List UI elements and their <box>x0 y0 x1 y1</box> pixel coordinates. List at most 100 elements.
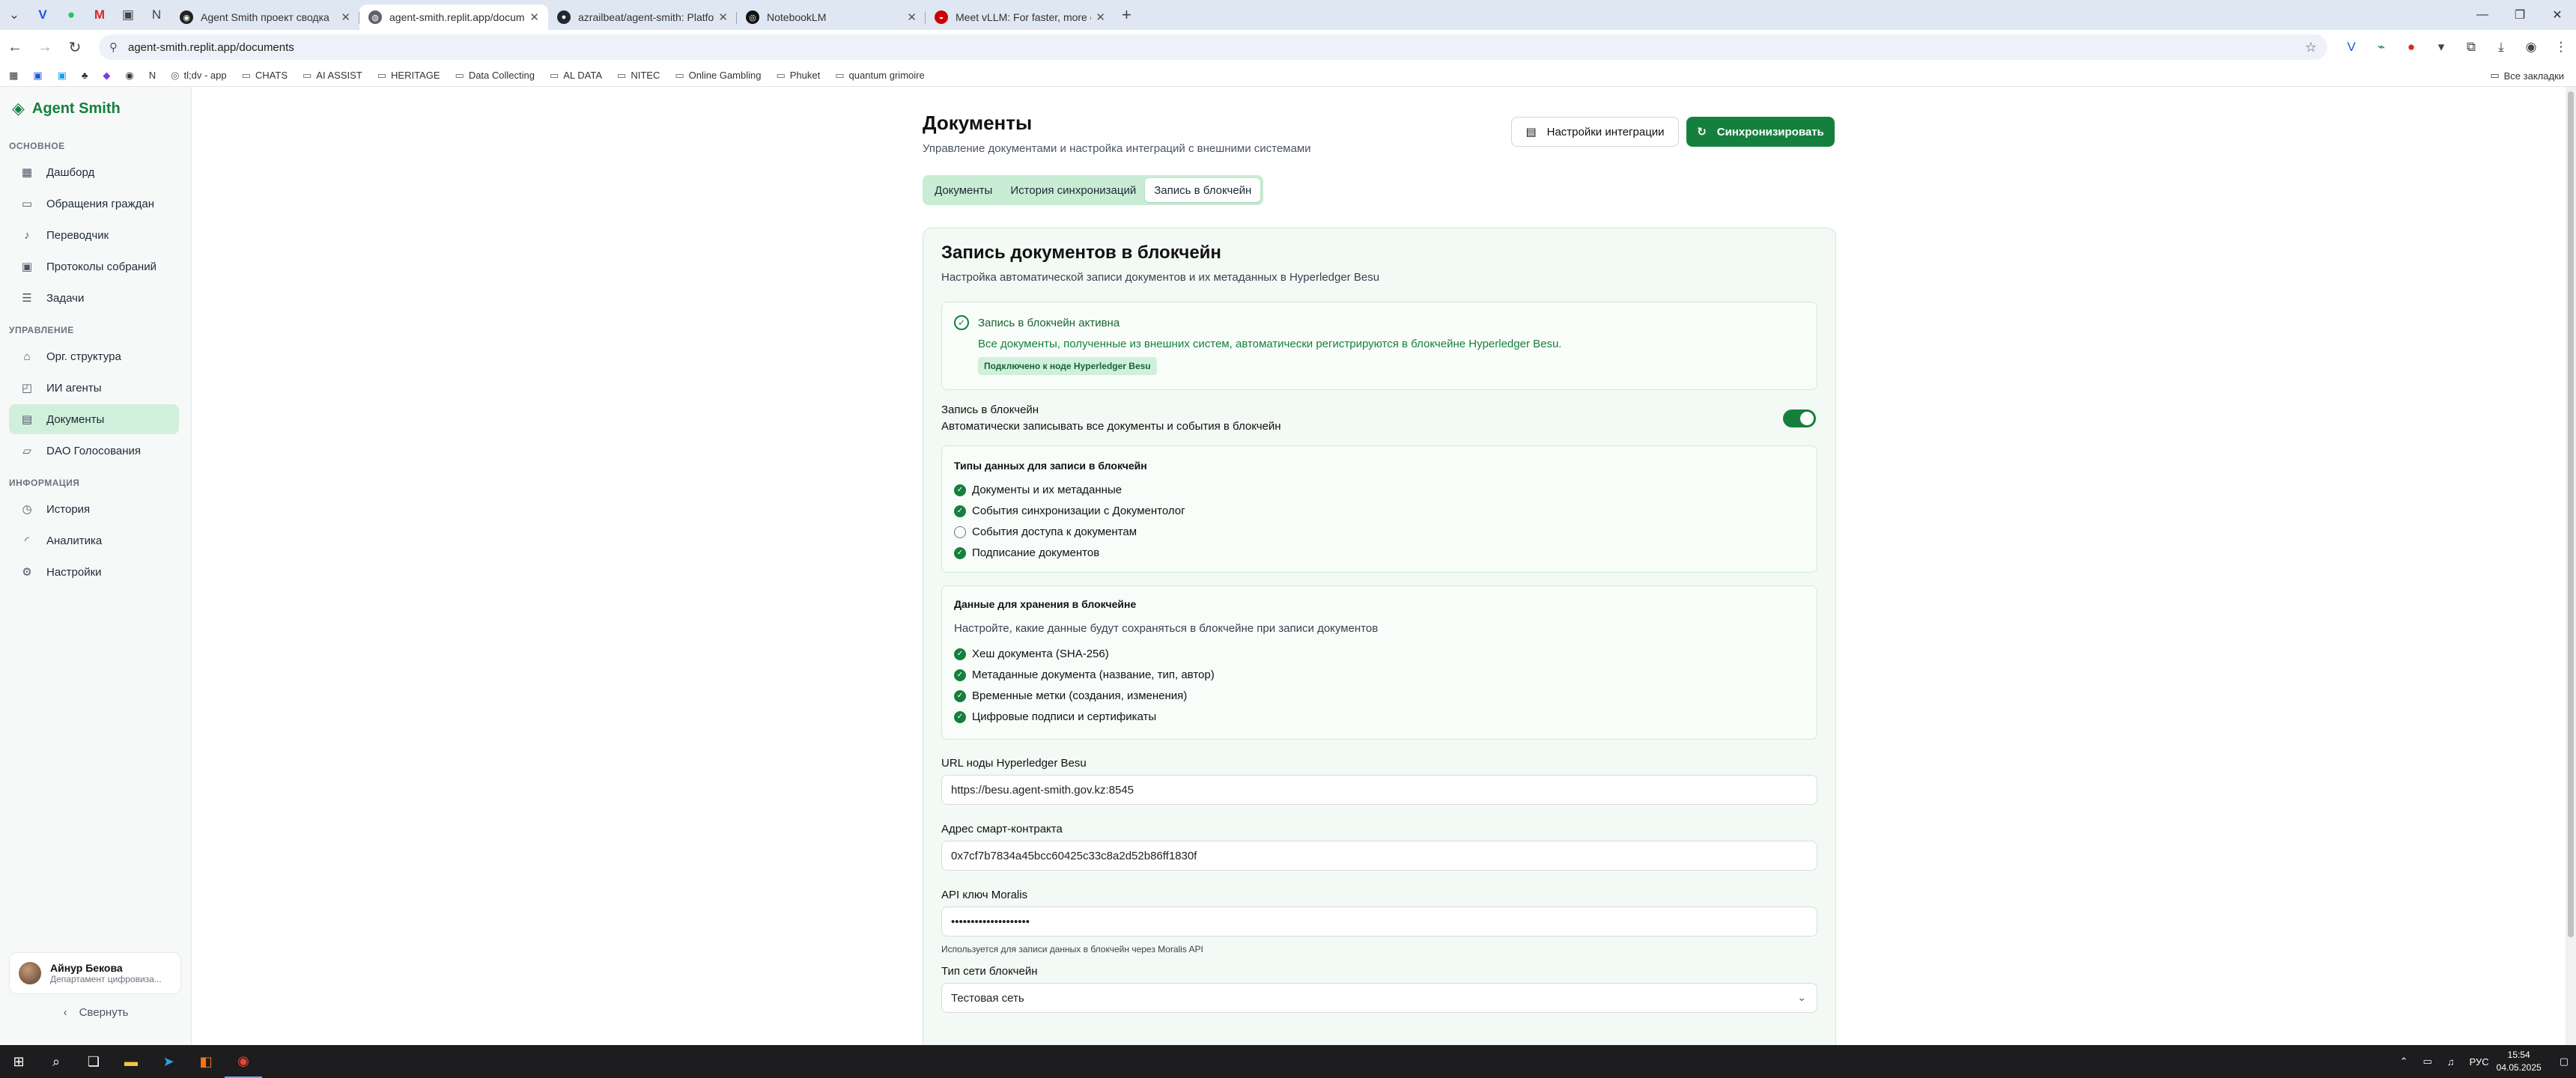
sync-button[interactable]: ↻ Синхронизировать <box>1686 117 1835 147</box>
checkbox-signatures[interactable]: ✓ Цифровые подписи и сертификаты <box>954 710 1156 723</box>
bookmark-app-4[interactable]: ◆ <box>103 70 110 82</box>
bookmark-folder-heritage[interactable]: ▭ HERITAGE <box>377 70 440 82</box>
tab-documents[interactable]: Документы <box>926 178 1001 202</box>
checkbox-sync-events[interactable]: ✓ События синхронизации с Документолог <box>954 505 1185 517</box>
sublime-icon[interactable]: ◧ <box>187 1045 225 1078</box>
sidebar-item-meetings[interactable]: ▣ Протоколы собраний <box>9 252 179 281</box>
integration-settings-button[interactable]: ▤ Настройки интеграции <box>1511 117 1679 147</box>
file-explorer-icon[interactable]: ▬ <box>112 1045 150 1078</box>
clock[interactable]: 15:54 04.05.2025 <box>2497 1049 2542 1074</box>
bookmark-star-icon[interactable]: ☆ <box>2305 40 2317 55</box>
task-view-icon[interactable]: ❏ <box>75 1045 112 1078</box>
bookmark-folder-chats[interactable]: ▭ CHATS <box>242 70 288 82</box>
bookmark-app-3[interactable]: ♣ <box>82 70 88 81</box>
browser-tab-1[interactable]: ◍ agent-smith.replit.app/documents ✕ <box>359 4 548 30</box>
sidebar-item-dao[interactable]: ▱ DAO Голосования <box>9 436 179 466</box>
reload-icon[interactable]: ↻ <box>60 32 90 62</box>
checkbox-documents-metadata[interactable]: ✓ Документы и их метаданные <box>954 484 1122 496</box>
blockchain-toggle[interactable] <box>1783 409 1816 427</box>
all-bookmarks[interactable]: ▭ Все закладки <box>2490 64 2564 87</box>
bookmark-folder-ai-assist[interactable]: ▭ AI ASSIST <box>303 70 362 82</box>
volume-icon[interactable]: ♫ <box>2447 1056 2455 1068</box>
bookmark-app-6[interactable]: N <box>149 70 156 81</box>
telegram-icon[interactable]: ➤ <box>150 1045 187 1078</box>
back-icon[interactable]: ← <box>0 32 30 62</box>
new-tab-button[interactable]: + <box>1122 5 1131 25</box>
browser-tab-4[interactable]: ◒ Meet vLLM: For faster, more efficient … <box>926 4 1114 30</box>
sidebar-item-analytics[interactable]: ◜ Аналитика <box>9 526 179 555</box>
extensions-puzzle-icon[interactable]: ⧉ <box>2456 32 2486 62</box>
bookmark-folder-online-gambling[interactable]: ▭ Online Gambling <box>675 70 761 82</box>
extension-dropdown-icon[interactable]: ▾ <box>2426 32 2456 62</box>
tab-blockchain[interactable]: Запись в блокчейн <box>1145 178 1261 202</box>
page-scrollbar[interactable] <box>2566 87 2576 1045</box>
chrome-icon[interactable]: ◉ <box>225 1045 262 1078</box>
sidebar-item-settings[interactable]: ⚙ Настройки <box>9 557 179 587</box>
pinned-tab-notion[interactable]: N <box>142 0 171 30</box>
bookmark-folder-quantum[interactable]: ▭ quantum grimoire <box>835 70 924 82</box>
network-icon[interactable]: ▭ <box>2423 1056 2432 1068</box>
input-language[interactable]: РУС <box>2470 1056 2489 1068</box>
close-icon[interactable]: ✕ <box>718 10 728 24</box>
pinned-tab-calendar[interactable]: ▣ <box>114 0 142 30</box>
sidebar-item-org[interactable]: ⌂ Орг. структура <box>9 341 179 371</box>
browser-tab-3[interactable]: ◎ NotebookLM ✕ <box>737 4 926 30</box>
search-icon[interactable]: ⌕ <box>37 1045 75 1078</box>
profile-avatar-icon[interactable]: ◉ <box>2516 32 2546 62</box>
close-icon[interactable]: ✕ <box>529 10 539 24</box>
bookmark-folder-data-collecting[interactable]: ▭ Data Collecting <box>455 70 535 82</box>
bookmark-tldv[interactable]: ◎ tl;dv - app <box>171 70 226 82</box>
bookmark-folder-al-data[interactable]: ▭ AL DATA <box>550 70 602 82</box>
checkbox-access-events[interactable]: ✓ События доступа к документам <box>954 526 1137 538</box>
api-key-field[interactable]: •••••••••••••••••••• <box>941 907 1817 937</box>
bookmark-app-5[interactable]: ◉ <box>125 70 133 82</box>
sidebar-item-history[interactable]: ◷ История <box>9 494 179 524</box>
user-card[interactable]: Айнур Бекова Департамент цифровиза... <box>9 952 181 994</box>
close-window-icon[interactable]: ✕ <box>2539 0 2576 30</box>
brand[interactable]: ◈ Agent Smith <box>0 87 191 130</box>
minimize-icon[interactable]: — <box>2464 0 2501 30</box>
extension-badge-icon[interactable]: ● <box>2396 32 2426 62</box>
checkbox-hash[interactable]: ✓ Хеш документа (SHA-256) <box>954 648 1109 660</box>
bookmark-folder-phuket[interactable]: ▭ Phuket <box>776 70 820 82</box>
pinned-tab-whatsapp[interactable]: ● <box>57 0 85 30</box>
sidebar-item-tasks[interactable]: ☰ Задачи <box>9 283 179 313</box>
chevron-up-icon[interactable]: ⌃ <box>2400 1056 2408 1068</box>
bookmark-app-1[interactable]: ▣ <box>33 70 42 82</box>
site-settings-icon[interactable]: ⚲ <box>109 40 118 54</box>
close-icon[interactable]: ✕ <box>341 10 350 24</box>
bookmark-folder-nitec[interactable]: ▭ NITEC <box>617 70 660 82</box>
pinned-tab-v[interactable]: V <box>28 0 57 30</box>
browser-menu-icon[interactable]: ⋮ <box>2546 32 2576 62</box>
pinned-tab-gmail[interactable]: M <box>85 0 114 30</box>
notifications-icon[interactable]: ▢ <box>2560 1056 2569 1068</box>
checkbox-timestamps[interactable]: ✓ Временные метки (создания, изменения) <box>954 689 1187 702</box>
contract-address-field[interactable]: 0x7cf7b7834a45bcc60425c33c8a2d52b86ff183… <box>941 841 1817 871</box>
checkbox-doc-metadata[interactable]: ✓ Метаданные документа (название, тип, ав… <box>954 669 1215 681</box>
tab-sync-history[interactable]: История синхронизаций <box>1001 178 1145 202</box>
sidebar-item-translator[interactable]: ♪ Переводчик <box>9 220 179 250</box>
node-url-field[interactable]: https://besu.agent-smith.gov.kz:8545 <box>941 775 1817 805</box>
collapse-sidebar-button[interactable]: ‹ Свернуть <box>0 1006 192 1019</box>
forward-icon[interactable]: → <box>30 32 60 62</box>
scrollbar-thumb[interactable] <box>2568 91 2574 937</box>
sidebar-item-agents[interactable]: ◰ ИИ агенты <box>9 373 179 403</box>
browser-tab-2[interactable]: ● azrailbeat/agent-smith: Platform ✕ <box>548 4 737 30</box>
checkbox-signing[interactable]: ✓ Подписание документов <box>954 546 1099 559</box>
close-icon[interactable]: ✕ <box>907 10 917 24</box>
sidebar-item-dashboard[interactable]: ▦ Дашборд <box>9 157 179 187</box>
network-type-select[interactable]: Тестовая сеть ⌄ <box>941 983 1817 1013</box>
downloads-icon[interactable]: ⤓ <box>2486 32 2516 62</box>
extension-icon[interactable]: ⌁ <box>2366 32 2396 62</box>
browser-tab-0[interactable]: ◉ Agent Smith проект сводка ✕ <box>171 4 359 30</box>
windows-start-icon[interactable]: ⊞ <box>0 1045 37 1078</box>
apps-grid-icon[interactable]: ▦ <box>9 70 18 82</box>
bookmark-app-2[interactable]: ▣ <box>58 70 67 82</box>
maximize-icon[interactable]: ❐ <box>2501 0 2539 30</box>
url-input[interactable]: ⚲ agent-smith.replit.app/documents ☆ <box>99 34 2327 60</box>
vpn-extension-icon[interactable]: V <box>2336 32 2366 62</box>
tab-search-icon[interactable]: ⌄ <box>0 0 28 30</box>
sidebar-item-documents[interactable]: ▤ Документы <box>9 404 179 434</box>
close-icon[interactable]: ✕ <box>1096 10 1105 24</box>
sidebar-item-appeals[interactable]: ▭ Обращения граждан <box>9 189 179 219</box>
